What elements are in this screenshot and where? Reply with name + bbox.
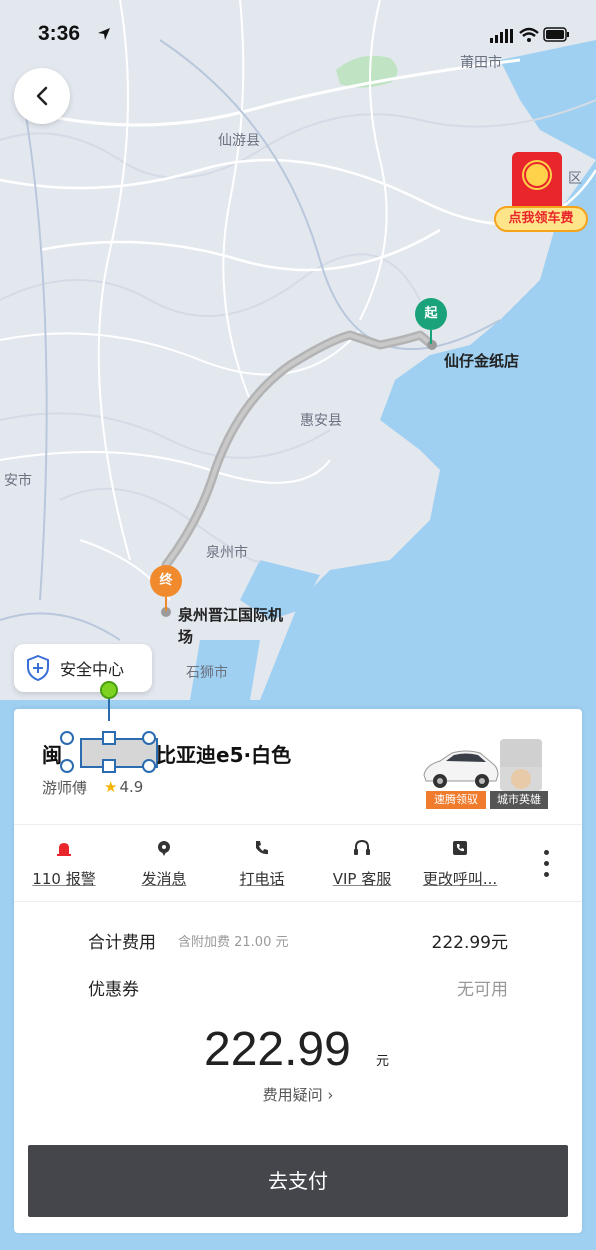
status-time: 3:36 xyxy=(38,22,81,45)
call-change-icon xyxy=(453,841,467,855)
annotation-handle xyxy=(102,731,116,745)
car-model: 比亚迪e5·白色 xyxy=(156,743,292,767)
action-label: VIP 客服 xyxy=(332,870,392,888)
map-label-anshi: 安市 xyxy=(4,473,32,489)
battery-icon xyxy=(543,27,569,42)
annotation-handle xyxy=(60,731,74,745)
annotation-stem xyxy=(108,697,110,721)
driver-badge: 速腾领驭 xyxy=(426,791,486,809)
headset-icon xyxy=(354,839,370,855)
driver-info[interactable]: 闽 比亚迪e5·白色 游师傅 ★ 4.9 速腾领驭 城市英雄 xyxy=(14,681,582,825)
change-caller-button[interactable]: 更改呼叫... xyxy=(412,838,508,889)
map-label-shishi: 石狮市 xyxy=(186,665,228,681)
driver-rating: ★ 4.9 xyxy=(104,778,143,796)
status-bar: 3:36 xyxy=(0,0,596,70)
car-image xyxy=(423,750,499,788)
end-place-label-line2: 场 xyxy=(178,628,194,646)
coupon-value[interactable]: 无可用 xyxy=(457,975,508,1000)
fee-question-link[interactable]: 费用疑问 › xyxy=(14,1084,582,1105)
total-fee-value: 222.99元 xyxy=(431,933,508,953)
car-plate: 闽 xyxy=(42,743,62,767)
send-message-button[interactable]: 发消息 xyxy=(116,838,212,889)
red-packet-label: 点我领车费 xyxy=(494,206,588,232)
end-pin: 终 xyxy=(150,565,182,597)
safety-center-button[interactable]: 安全中心 xyxy=(14,644,152,692)
fee-section: 合计费用 含附加费 21.00 元 222.99元 优惠券 无可用 222.99… xyxy=(14,902,582,1132)
back-button[interactable] xyxy=(14,68,70,124)
more-dot xyxy=(544,872,549,877)
annotation-handle xyxy=(102,759,116,773)
call-button[interactable]: 打电话 xyxy=(214,838,310,889)
coupon-label: 优惠券 xyxy=(88,980,139,1000)
star-icon: ★ xyxy=(104,778,118,796)
safety-center-label: 安全中心 xyxy=(60,660,125,679)
start-marker: 起 xyxy=(415,298,447,352)
action-bar: 110 报警 发消息 打电话 VIP 客服 更改呼叫... xyxy=(14,826,582,902)
trip-panel: 闽 比亚迪e5·白色 游师傅 ★ 4.9 速腾领驭 城市英雄 110 报警 发消… xyxy=(14,681,582,1233)
start-place-label: 仙仔金纸店 xyxy=(444,352,520,370)
map-label-quanzhou: 泉州市 xyxy=(206,545,248,561)
red-packet-seal xyxy=(524,162,550,188)
end-pin-stem xyxy=(165,597,167,611)
start-pin: 起 xyxy=(415,298,447,330)
driver-avatar xyxy=(500,739,542,791)
pay-button[interactable]: 去支付 xyxy=(28,1145,568,1217)
annotation-handle xyxy=(60,759,74,773)
more-dot xyxy=(544,850,549,855)
location-arrow-icon xyxy=(98,28,110,40)
rating-value: 4.9 xyxy=(119,778,144,796)
driver-name: 游师傅 xyxy=(42,779,88,797)
red-packet-promo[interactable]: 点我领车费 xyxy=(494,150,588,238)
map-label-xianyou: 仙游县 xyxy=(218,133,260,149)
annotation-handle xyxy=(142,731,156,745)
message-icon xyxy=(158,841,170,856)
driver-badge: 城市英雄 xyxy=(490,791,548,809)
total-fee-label: 合计费用 xyxy=(88,933,156,953)
more-options-button[interactable] xyxy=(538,850,554,878)
annotation-rotate-handle xyxy=(100,681,118,699)
chevron-left-icon xyxy=(36,86,48,106)
alarm-110-button[interactable]: 110 报警 xyxy=(16,838,112,889)
status-icons xyxy=(490,27,569,43)
vip-service-button[interactable]: VIP 客服 xyxy=(314,838,410,889)
action-label: 更改呼叫... xyxy=(422,870,498,888)
alarm-icon xyxy=(57,843,71,856)
cellular-signal-icon xyxy=(490,29,513,43)
action-label: 110 报警 xyxy=(32,870,96,888)
wifi-icon xyxy=(519,27,539,42)
more-dot xyxy=(544,861,549,866)
payable-amount: 222.99 xyxy=(204,1023,351,1076)
payable-unit: 元 xyxy=(376,1054,390,1069)
surcharge-note: 含附加费 21.00 元 xyxy=(178,935,289,950)
shield-icon xyxy=(27,655,49,681)
phone-icon xyxy=(256,841,268,855)
action-label: 发消息 xyxy=(141,870,187,888)
end-marker: 终 xyxy=(150,565,182,617)
annotation-handle xyxy=(142,759,156,773)
action-label: 打电话 xyxy=(239,870,285,888)
map-label-huian: 惠安县 xyxy=(300,413,342,429)
end-place-label-line1: 泉州晋江国际机 xyxy=(178,606,284,624)
start-pin-stem xyxy=(430,330,432,344)
